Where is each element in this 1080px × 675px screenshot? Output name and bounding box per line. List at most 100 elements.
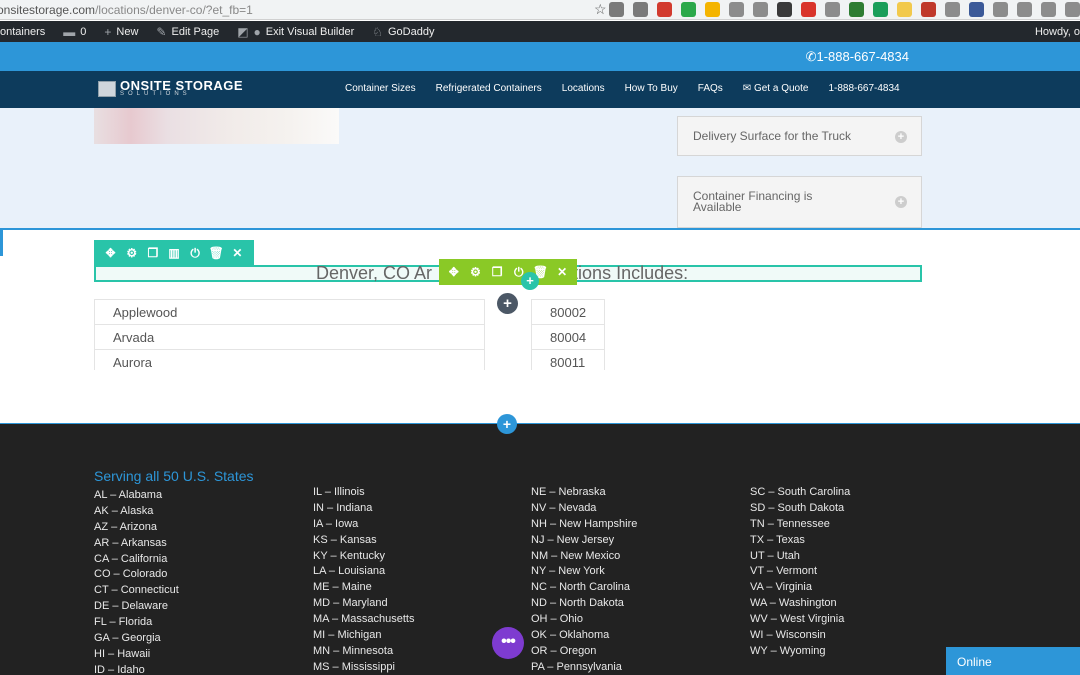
extension-icon[interactable] xyxy=(729,2,744,17)
extension-icon[interactable] xyxy=(993,2,1008,17)
table-cell: Arvada xyxy=(94,324,485,350)
move-icon[interactable]: ✥ xyxy=(446,265,462,279)
extension-icon[interactable] xyxy=(969,2,984,17)
wp-comments[interactable]: ▬ 0 xyxy=(63,25,86,39)
divi-icon: ◩ xyxy=(237,24,249,39)
table-cell: Applewood xyxy=(94,299,485,325)
state-item: KS – Kansas xyxy=(313,533,377,546)
extension-icon[interactable] xyxy=(1017,2,1032,17)
state-item: MA – Massachusetts xyxy=(313,613,415,626)
wp-howdy[interactable]: Howdy, o xyxy=(1035,21,1080,42)
plus-circle-icon[interactable]: + xyxy=(895,131,907,143)
table-cell: 80011 xyxy=(530,349,606,370)
add-column-button[interactable]: + xyxy=(497,293,518,314)
state-item: ME – Maine xyxy=(313,581,372,594)
state-item: OH – Ohio xyxy=(531,613,583,626)
state-item: ID – Idaho xyxy=(94,663,145,675)
extension-icon[interactable] xyxy=(1041,2,1056,17)
plus-circle-icon[interactable]: + xyxy=(895,196,907,208)
state-item: SC – South Carolina xyxy=(750,486,851,498)
gear-icon[interactable]: ⚙ xyxy=(124,246,140,260)
extension-icon[interactable] xyxy=(801,2,816,17)
state-item: CA – California xyxy=(94,552,168,565)
state-item: TX – Texas xyxy=(750,533,805,546)
browser-address-bar[interactable]: onsitestorage.com/locations/denver-co/?e… xyxy=(0,0,1080,20)
url-text[interactable]: onsitestorage.com/locations/denver-co/?e… xyxy=(0,3,253,17)
duplicate-icon[interactable]: ❐ xyxy=(145,246,161,260)
nav-how-to-buy[interactable]: How To Buy xyxy=(625,83,678,94)
extension-icon[interactable] xyxy=(681,2,696,17)
state-item: NH – New Hampshire xyxy=(531,517,638,530)
table-row: Arvada xyxy=(94,324,485,350)
accordion-item-delivery[interactable]: Delivery Surface for the Truck + xyxy=(677,116,922,156)
power-icon[interactable]: ⏻ xyxy=(187,246,203,261)
extension-icon[interactable] xyxy=(897,2,912,17)
close-icon[interactable]: ✕ xyxy=(229,246,245,260)
extension-icon[interactable] xyxy=(657,2,672,17)
chat-widget[interactable]: Online xyxy=(946,647,1080,675)
extension-icon[interactable] xyxy=(705,2,720,17)
wp-site-name[interactable]: ontainers xyxy=(0,26,45,38)
nav-container-sizes[interactable]: Container Sizes xyxy=(345,83,416,94)
footer-title: Serving all 50 U.S. States xyxy=(94,468,254,484)
extension-icon[interactable] xyxy=(1065,2,1080,17)
trash-icon[interactable]: 🗑 xyxy=(208,246,224,260)
duplicate-icon[interactable]: ❐ xyxy=(489,265,505,279)
state-item: MI – Michigan xyxy=(313,629,382,642)
city-table: Applewood Arvada Aurora xyxy=(94,299,485,370)
state-item: WV – West Virginia xyxy=(750,613,845,626)
extension-icon[interactable] xyxy=(849,2,864,17)
nav-refrigerated-containers[interactable]: Refrigerated Containers xyxy=(436,83,542,94)
nav-faqs[interactable]: FAQs xyxy=(698,83,723,94)
gear-icon[interactable]: ⚙ xyxy=(467,265,483,279)
wp-godaddy[interactable]: ♘ GoDaddy xyxy=(372,25,434,39)
section-marker xyxy=(0,230,3,256)
builder-menu-button[interactable]: ••• xyxy=(492,627,524,659)
extension-icon[interactable] xyxy=(825,2,840,17)
state-item: MS – Mississippi xyxy=(313,660,395,673)
accordion-item-financing[interactable]: Container Financing is Available + xyxy=(677,176,922,228)
extension-icon[interactable] xyxy=(753,2,768,17)
main-nav: Container Sizes Refrigerated Containers … xyxy=(345,83,920,94)
extension-icon[interactable] xyxy=(945,2,960,17)
move-icon[interactable]: ✥ xyxy=(103,246,119,260)
states-column-1: AL – Alabama AK – Alaska AZ – Arizona AR – … xyxy=(94,488,179,675)
extension-icon[interactable] xyxy=(609,2,624,17)
site-logo[interactable]: ONSITE STORAGE SOLUTIONS xyxy=(98,78,244,97)
accordion-title: Container Financing is Available xyxy=(693,189,813,214)
extension-icon[interactable] xyxy=(633,2,648,17)
add-section-button[interactable]: + xyxy=(497,414,517,434)
bookmark-star-icon[interactable]: ☆ xyxy=(594,1,607,18)
close-icon[interactable]: ✕ xyxy=(554,265,570,279)
columns-icon[interactable]: ▥ xyxy=(166,246,182,260)
plus-icon: + xyxy=(104,24,112,39)
builder-section[interactable]: Denver, CO Ar tions Includes: ✥ ⚙ ❐ ▥ ⏻ 🗑… xyxy=(0,228,1080,424)
state-item: NJ – New Jersey xyxy=(531,533,615,546)
states-column-2: IL – Illinois IN – Indiana IA – Iowa KS – K… xyxy=(313,485,415,675)
nav-phone[interactable]: 1-888-667-4834 xyxy=(828,83,899,94)
state-item: AK – Alaska xyxy=(94,504,154,517)
extension-icon[interactable] xyxy=(921,2,936,17)
accordion-title: Delivery Surface for the Truck xyxy=(693,129,852,143)
state-item: IL – Illinois xyxy=(313,486,365,498)
site-header: ONSITE STORAGE SOLUTIONS Container Sizes… xyxy=(0,71,1080,108)
wp-edit-page[interactable]: ✎ Edit Page xyxy=(156,25,219,39)
phone-icon: ✆ xyxy=(805,49,817,64)
extension-icon[interactable] xyxy=(873,2,888,17)
godaddy-icon: ♘ xyxy=(372,24,383,39)
state-item: MD – Maryland xyxy=(313,597,388,610)
nav-get-a-quote[interactable]: ✉ Get a Quote xyxy=(743,83,809,94)
wp-admin-bar: ontainers ▬ 0 + New ✎ Edit Page ◩ ● Exit Visu… xyxy=(0,21,1080,42)
container-icon xyxy=(98,80,116,97)
wp-new[interactable]: + New xyxy=(104,25,138,39)
add-module-button[interactable]: + xyxy=(521,272,539,290)
nav-locations[interactable]: Locations xyxy=(562,83,605,94)
state-item: PA – Pennsylvania xyxy=(531,660,622,673)
state-item: OK – Oklahoma xyxy=(531,629,610,642)
wp-exit-builder[interactable]: ◩ ● Exit Visual Builder xyxy=(237,25,354,39)
extension-icon[interactable] xyxy=(777,2,792,17)
state-item: CO – Colorado xyxy=(94,568,168,581)
top-phone-link[interactable]: ✆1-888-667-4834 xyxy=(806,49,909,65)
logo-text: ONSITE STORAGE xyxy=(120,78,244,93)
table-row: 80002 xyxy=(530,299,606,325)
